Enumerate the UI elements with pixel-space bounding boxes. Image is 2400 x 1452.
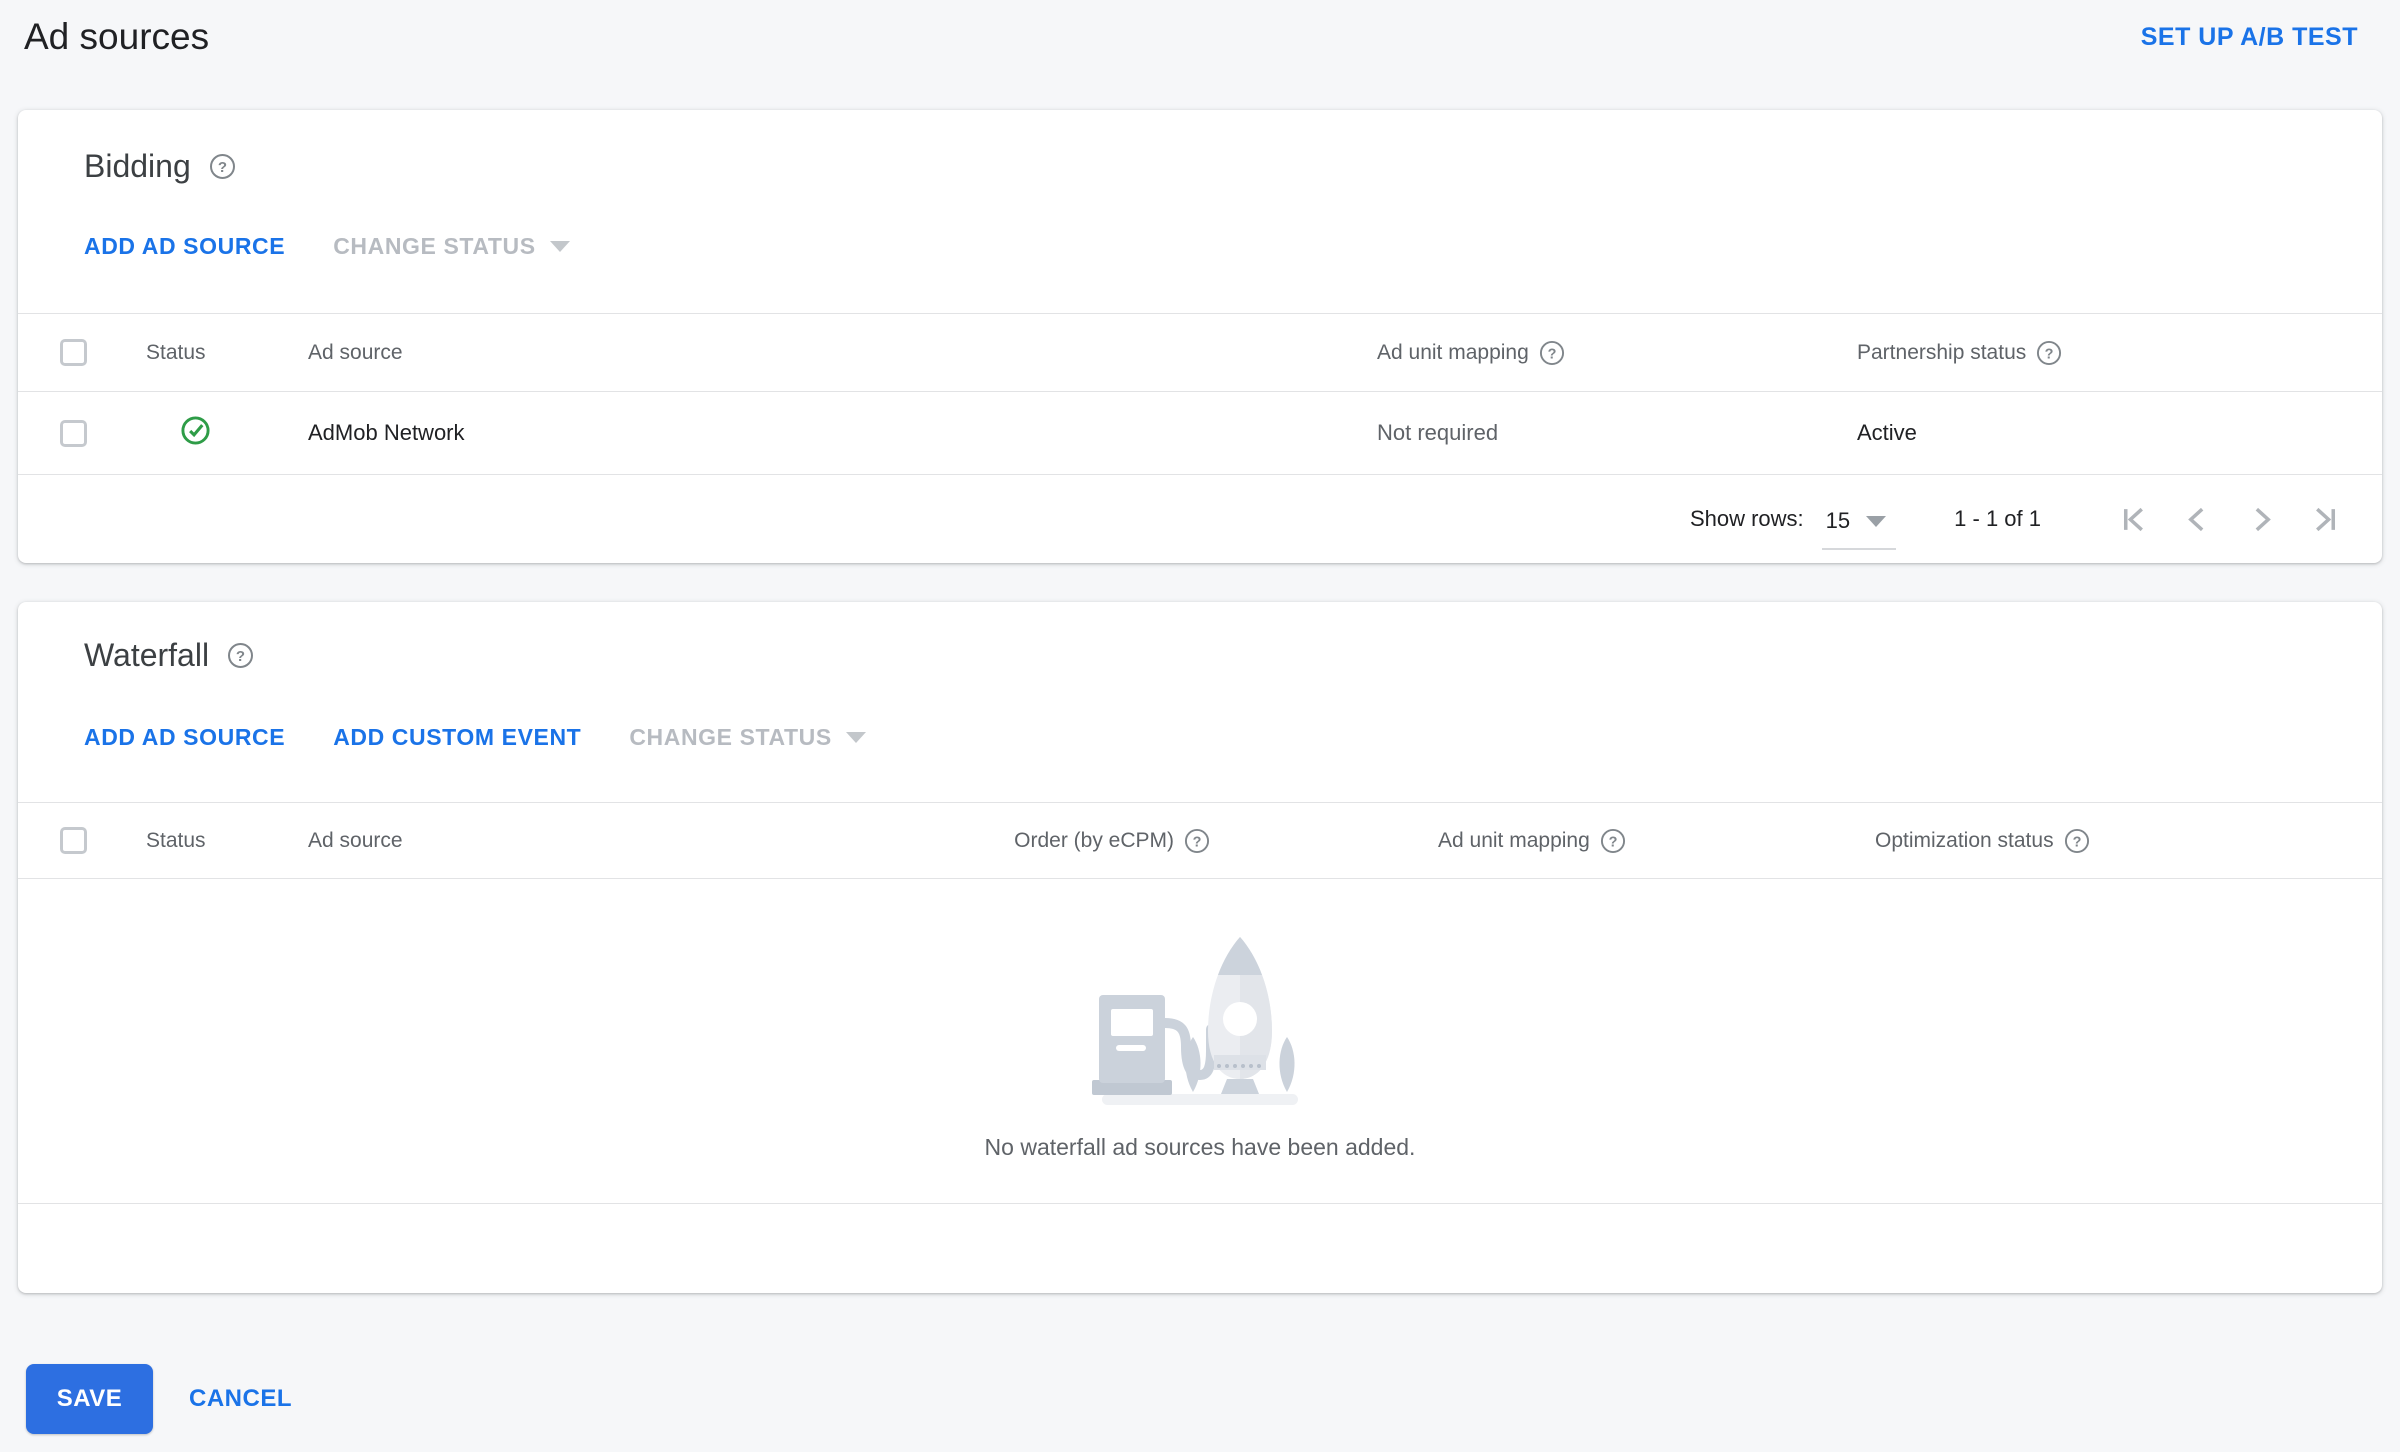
select-all-checkbox[interactable]	[60, 827, 87, 854]
waterfall-title: Waterfall	[84, 637, 210, 673]
rocket-fuel-pump-illustration	[1090, 919, 1310, 1114]
status-active-icon	[180, 415, 211, 452]
svg-text:?: ?	[2045, 346, 2054, 362]
ad-source-name: AdMob Network	[308, 420, 465, 445]
chevron-down-icon	[845, 732, 866, 743]
first-page-icon	[2123, 507, 2143, 531]
bidding-pagination: Show rows: 15 1 - 1 of 1	[18, 475, 2382, 563]
last-page-icon	[2315, 507, 2335, 531]
svg-text:?: ?	[218, 159, 227, 176]
show-rows-label: Show rows:	[1689, 506, 1804, 531]
next-page-button[interactable]	[2229, 495, 2293, 543]
bidding-card: Bidding ? ADD AD SOURCE CHANGE STATUS St…	[18, 110, 2382, 563]
waterfall-empty-state: No waterfall ad sources have been added.	[18, 879, 2382, 1204]
help-icon[interactable]: ?	[1184, 828, 1210, 854]
column-header-order: Order (by eCPM)	[1014, 828, 1174, 852]
footer-actions: SAVE CANCEL	[26, 1364, 2400, 1434]
save-button[interactable]: SAVE	[26, 1364, 153, 1434]
bidding-title: Bidding	[84, 148, 191, 184]
column-header-optimization-status: Optimization status	[1875, 828, 2054, 852]
chevron-right-icon	[2255, 507, 2271, 531]
column-header-ad-unit-mapping: Ad unit mapping	[1438, 828, 1590, 852]
waterfall-empty-message: No waterfall ad sources have been added.	[984, 1134, 1416, 1160]
first-page-button[interactable]	[2101, 495, 2165, 543]
help-icon[interactable]: ?	[227, 642, 254, 669]
last-page-button[interactable]	[2293, 495, 2357, 543]
setup-ab-test-link[interactable]: SET UP A/B TEST	[2141, 23, 2358, 52]
svg-text:?: ?	[1193, 834, 1202, 850]
add-ad-source-button[interactable]: ADD AD SOURCE	[84, 233, 285, 260]
waterfall-footer	[18, 1204, 2382, 1293]
column-header-ad-unit-mapping: Ad unit mapping	[1377, 340, 1529, 364]
change-status-button[interactable]: CHANGE STATUS	[333, 233, 570, 260]
svg-text:?: ?	[1547, 346, 1556, 362]
column-header-ad-source: Ad source	[308, 340, 403, 364]
chevron-down-icon	[549, 241, 570, 252]
column-header-ad-source: Ad source	[308, 828, 403, 852]
previous-page-button[interactable]	[2165, 495, 2229, 543]
add-ad-source-button[interactable]: ADD AD SOURCE	[84, 724, 285, 751]
svg-text:?: ?	[1608, 834, 1617, 850]
select-all-checkbox[interactable]	[60, 339, 87, 366]
waterfall-table-header: Status Ad source Order (by eCPM) ? Ad un…	[18, 803, 2382, 879]
waterfall-card: Waterfall ? ADD AD SOURCE ADD CUSTOM EVE…	[18, 602, 2382, 1293]
page-header: Ad sources SET UP A/B TEST	[0, 0, 2400, 60]
column-header-status: Status	[146, 828, 206, 852]
column-header-partnership-status: Partnership status	[1857, 340, 2027, 364]
page-title: Ad sources	[24, 16, 210, 57]
row-checkbox[interactable]	[60, 419, 87, 447]
add-custom-event-button[interactable]: ADD CUSTOM EVENT	[333, 724, 581, 751]
cancel-button[interactable]: CANCEL	[189, 1385, 292, 1413]
svg-text:?: ?	[236, 648, 245, 665]
waterfall-table: Status Ad source Order (by eCPM) ? Ad un…	[18, 802, 2382, 1293]
bidding-table-header: Status Ad source Ad unit mapping ? Partn…	[18, 314, 2382, 392]
bidding-table: Status Ad source Ad unit mapping ? Partn…	[18, 313, 2382, 563]
chevron-down-icon	[1866, 515, 1887, 527]
help-icon[interactable]: ?	[209, 153, 236, 180]
chevron-left-icon	[2187, 507, 2203, 531]
partnership-status-value: Active	[1857, 420, 1917, 445]
rows-per-page-select[interactable]: 15	[1821, 504, 1897, 550]
help-icon[interactable]: ?	[2064, 828, 2090, 854]
ad-unit-mapping-value: Not required	[1377, 420, 1499, 445]
svg-text:?: ?	[2072, 834, 2081, 850]
help-icon[interactable]: ?	[1600, 828, 1626, 854]
column-header-status: Status	[146, 340, 206, 364]
pagination-range: 1 - 1 of 1	[1954, 506, 2041, 531]
help-icon[interactable]: ?	[1539, 340, 1565, 366]
help-icon[interactable]: ?	[2036, 340, 2062, 366]
change-status-button[interactable]: CHANGE STATUS	[629, 724, 866, 751]
table-row: AdMob Network Not required Active	[18, 392, 2382, 475]
